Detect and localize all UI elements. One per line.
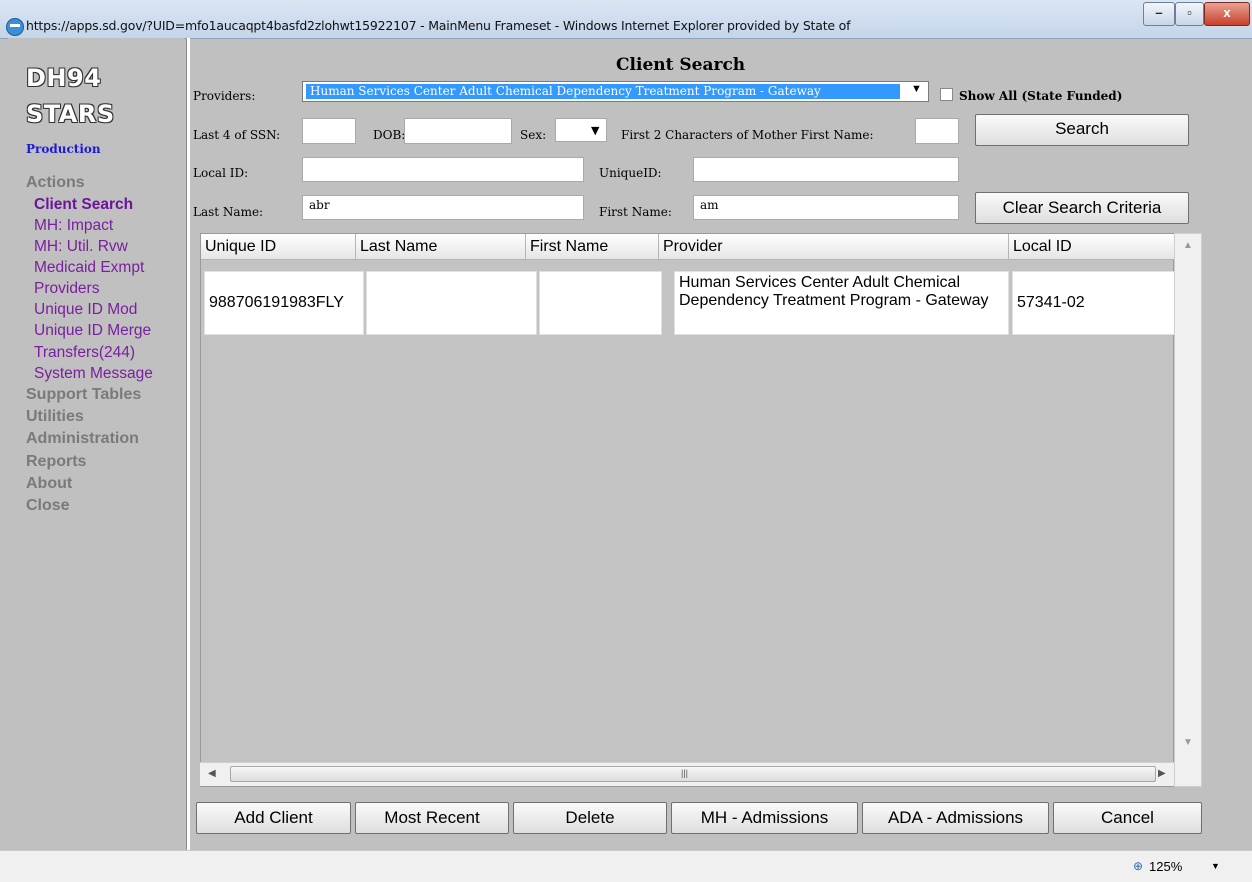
page-title: Client Search bbox=[616, 55, 746, 75]
nav-item-unique-id-mod[interactable]: Unique ID Mod bbox=[34, 301, 137, 319]
nav-section-close[interactable]: Close bbox=[26, 497, 70, 515]
providers-label: Providers: bbox=[193, 89, 256, 103]
most-recent-button[interactable]: Most Recent bbox=[355, 802, 509, 834]
cell-last-name[interactable] bbox=[366, 271, 537, 335]
mother-name-input[interactable] bbox=[915, 118, 959, 144]
nav-section-administration[interactable]: Administration bbox=[26, 430, 139, 448]
horizontal-scroll-thumb[interactable]: ||| bbox=[230, 766, 1156, 782]
cell-provider[interactable]: Human Services Center Adult Chemical Dep… bbox=[674, 271, 1009, 335]
providers-select[interactable]: Human Services Center Adult Chemical Dep… bbox=[302, 81, 929, 102]
first-name-input[interactable]: am bbox=[693, 195, 959, 220]
column-header-last-name[interactable]: Last Name bbox=[356, 234, 526, 260]
cell-local-id[interactable]: 57341-02 bbox=[1012, 271, 1175, 335]
dob-label: DOB: bbox=[373, 128, 406, 142]
local-id-label: Local ID: bbox=[193, 166, 249, 180]
nav-item-mh-impact[interactable]: MH: Impact bbox=[34, 217, 113, 235]
nav-item-client-search[interactable]: Client Search bbox=[34, 196, 133, 214]
local-id-input[interactable] bbox=[302, 157, 584, 182]
ssn-input[interactable] bbox=[302, 118, 356, 144]
environment-label: Production bbox=[26, 142, 101, 156]
chevron-down-icon: ▼ bbox=[911, 83, 922, 95]
nav-item-medicaid-exmpt[interactable]: Medicaid Exmpt bbox=[34, 259, 144, 277]
column-header-local-id[interactable]: Local ID bbox=[1009, 234, 1175, 260]
sex-select[interactable]: ▼ bbox=[555, 118, 607, 142]
show-all-checkbox[interactable] bbox=[940, 88, 953, 101]
scroll-up-arrow-icon[interactable]: ▲ bbox=[1183, 240, 1193, 251]
close-icon: x bbox=[1223, 5, 1231, 20]
providers-selected-value: Human Services Center Adult Chemical Dep… bbox=[306, 84, 900, 99]
logo-line2: STARS bbox=[26, 100, 115, 128]
vertical-scrollbar[interactable]: ▲ ▼ bbox=[1174, 233, 1202, 787]
mh-admissions-button[interactable]: MH - Admissions bbox=[671, 802, 858, 834]
ie-icon bbox=[6, 18, 24, 36]
column-header-first-name[interactable]: First Name bbox=[526, 234, 659, 260]
unique-id-input[interactable] bbox=[693, 157, 959, 182]
restore-icon: ▫ bbox=[1187, 5, 1192, 20]
ssn-label: Last 4 of SSN: bbox=[193, 128, 281, 142]
delete-button[interactable]: Delete bbox=[513, 802, 667, 834]
nav-section-actions[interactable]: Actions bbox=[26, 174, 85, 192]
mother-name-label: First 2 Characters of Mother First Name: bbox=[621, 128, 874, 142]
cell-first-name[interactable] bbox=[539, 271, 662, 335]
show-all-label: Show All (State Funded) bbox=[959, 89, 1123, 103]
grip-icon: ||| bbox=[681, 768, 689, 778]
close-window-button[interactable]: x bbox=[1204, 2, 1250, 26]
cancel-button[interactable]: Cancel bbox=[1053, 802, 1202, 834]
scroll-down-arrow-icon[interactable]: ▼ bbox=[1183, 737, 1193, 748]
clear-search-criteria-button[interactable]: Clear Search Criteria bbox=[975, 192, 1189, 224]
nav-section-reports[interactable]: Reports bbox=[26, 453, 86, 471]
nav-item-mh-util-rvw[interactable]: MH: Util. Rvw bbox=[34, 238, 128, 256]
last-name-input[interactable]: abr bbox=[302, 195, 584, 220]
cell-unique-id[interactable]: 988706191983FLY bbox=[204, 271, 364, 335]
search-button[interactable]: Search bbox=[975, 114, 1189, 146]
unique-id-label: UniqueID: bbox=[599, 166, 662, 180]
frame-divider bbox=[186, 38, 190, 850]
nav-section-utilities[interactable]: Utilities bbox=[26, 408, 84, 426]
zoom-level[interactable]: 125% bbox=[1149, 859, 1182, 874]
logo-line1: DH94 bbox=[26, 64, 102, 92]
horizontal-scrollbar[interactable]: ◀ ||| ▶ bbox=[200, 762, 1174, 786]
nav-section-about[interactable]: About bbox=[26, 475, 72, 493]
dob-input[interactable] bbox=[404, 118, 512, 144]
column-header-unique-id[interactable]: Unique ID bbox=[201, 234, 356, 260]
window-title: https://apps.sd.gov/?UID=mfo1aucaqpt4bas… bbox=[26, 18, 851, 33]
zoom-icon: ⊕ bbox=[1133, 859, 1144, 873]
restore-button[interactable]: ▫ bbox=[1175, 2, 1204, 26]
status-bar: ⊕ 125% ▼ bbox=[0, 850, 1252, 882]
scroll-right-arrow-icon[interactable]: ▶ bbox=[1158, 768, 1166, 779]
results-grid: Unique ID Last Name First Name Provider … bbox=[200, 233, 1175, 787]
nav-item-system-message[interactable]: System Message bbox=[34, 365, 153, 383]
minimize-icon: – bbox=[1155, 5, 1163, 20]
scroll-left-arrow-icon[interactable]: ◀ bbox=[208, 768, 216, 779]
minimize-button[interactable]: – bbox=[1143, 2, 1175, 26]
nav-item-providers[interactable]: Providers bbox=[34, 280, 99, 298]
zoom-dropdown-icon[interactable]: ▼ bbox=[1211, 861, 1220, 871]
first-name-label: First Name: bbox=[599, 205, 672, 219]
window-title-bar: https://apps.sd.gov/?UID=mfo1aucaqpt4bas… bbox=[0, 0, 1252, 39]
chevron-down-icon: ▼ bbox=[591, 124, 600, 137]
nav-item-unique-id-merge[interactable]: Unique ID Merge bbox=[34, 322, 151, 340]
column-header-provider[interactable]: Provider bbox=[659, 234, 1009, 260]
last-name-label: Last Name: bbox=[193, 205, 264, 219]
ada-admissions-button[interactable]: ADA - Admissions bbox=[862, 802, 1049, 834]
nav-section-support-tables[interactable]: Support Tables bbox=[26, 386, 141, 404]
nav-item-transfers[interactable]: Transfers(244) bbox=[34, 344, 135, 362]
add-client-button[interactable]: Add Client bbox=[196, 802, 351, 834]
sex-label: Sex: bbox=[520, 128, 547, 142]
